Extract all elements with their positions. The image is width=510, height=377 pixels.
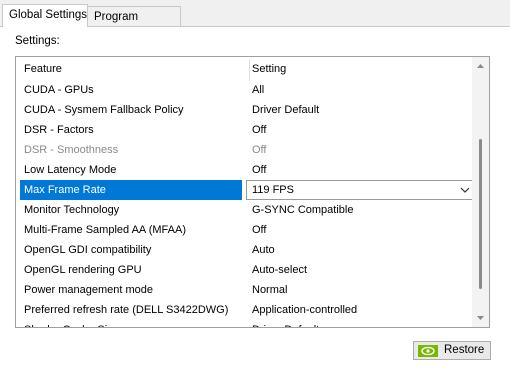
setting-value: Auto [252, 244, 275, 256]
list-item-preferred-refresh-rate[interactable]: Preferred refresh rate (DELL S3422DWG) A… [20, 300, 476, 320]
tab-strip: Global Settings Program Settings [0, 0, 510, 43]
feature-name: Max Frame Rate [24, 184, 106, 196]
tab-global-settings[interactable]: Global Settings [2, 4, 88, 27]
column-header-setting[interactable]: Setting [252, 59, 472, 79]
feature-name: DSR - Factors [24, 124, 94, 136]
feature-name: Shader Cache Size [24, 320, 244, 327]
feature-name: Power management mode [24, 284, 154, 296]
feature-name: DSR - Smoothness [24, 144, 119, 156]
setting-value: Driver Default [252, 104, 320, 116]
feature-name: Monitor Technology [24, 204, 120, 216]
column-header-feature[interactable]: Feature [24, 59, 244, 79]
setting-value: Auto-select [252, 264, 308, 276]
list-item-mfaa[interactable]: Multi-Frame Sampled AA (MFAA) Off [20, 220, 476, 240]
feature-name: CUDA - GPUs [24, 84, 94, 96]
feature-name: Low Latency Mode [24, 164, 117, 176]
setting-value: G-SYNC Compatible [252, 204, 354, 216]
nvidia-logo-icon [418, 345, 438, 357]
feature-name: Preferred refresh rate (DELL S3422DWG) [24, 304, 229, 316]
list-header: Feature Setting [20, 59, 476, 81]
list-item-opengl-gdi[interactable]: OpenGL GDI compatibility Auto [20, 240, 476, 260]
column-divider[interactable] [249, 59, 250, 81]
dropdown-selected-value: 119 FPS [252, 184, 294, 196]
setting-value: Off [252, 124, 267, 136]
scroll-up-icon[interactable] [472, 59, 489, 73]
list-item-monitor-technology[interactable]: Monitor Technology G-SYNC Compatible [20, 200, 476, 220]
setting-value: Off [252, 224, 267, 236]
settings-list[interactable]: Feature Setting CUDA - GPUs All CUDA - S… [15, 56, 490, 328]
setting-value: All [252, 84, 265, 96]
setting-value: Driver Default [252, 320, 472, 327]
setting-value: Off [252, 144, 267, 156]
restore-label: Restore [444, 344, 485, 356]
setting-value: Normal [252, 284, 288, 296]
list-item-dsr-factors[interactable]: DSR - Factors Off [20, 120, 476, 140]
list-item-low-latency-mode[interactable]: Low Latency Mode Off [20, 160, 476, 180]
feature-name: CUDA - Sysmem Fallback Policy [24, 104, 184, 116]
list-item-max-frame-rate[interactable]: Max Frame Rate 119 FPS [20, 180, 476, 200]
restore-button[interactable]: Restore [413, 341, 491, 360]
feature-name: Multi-Frame Sampled AA (MFAA) [24, 224, 186, 236]
tab-program-settings[interactable]: Program Settings [88, 6, 181, 43]
feature-name: OpenGL rendering GPU [24, 264, 142, 276]
list-item-cuda-gpus[interactable]: CUDA - GPUs All [20, 80, 476, 100]
setting-value: Application-controlled [252, 304, 358, 316]
feature-name: OpenGL GDI compatibility [24, 244, 152, 256]
list-item-cuda-sysmem-fallback[interactable]: CUDA - Sysmem Fallback Policy Driver Def… [20, 100, 476, 120]
list-item-power-management[interactable]: Power management mode Normal [20, 280, 476, 300]
setting-value: Off [252, 164, 267, 176]
scrollbar-thumb[interactable] [479, 139, 482, 289]
list-item-shader-cache-size[interactable]: Shader Cache Size Driver Default [20, 320, 476, 327]
vertical-scrollbar[interactable] [472, 57, 489, 327]
list-item-opengl-rendering-gpu[interactable]: OpenGL rendering GPU Auto-select [20, 260, 476, 280]
list-item-dsr-smoothness: DSR - Smoothness Off [20, 140, 476, 160]
settings-label: Settings: [15, 35, 60, 47]
scroll-down-icon[interactable] [472, 311, 489, 325]
